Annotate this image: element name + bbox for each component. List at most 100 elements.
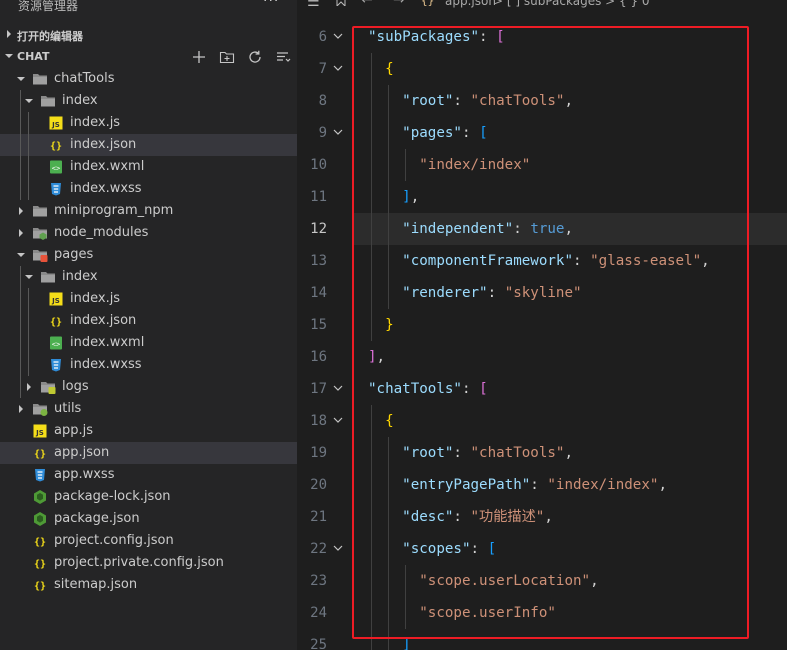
tree-item-label: index.js xyxy=(70,115,121,130)
tree-file-index-json[interactable]: {} index.json xyxy=(0,134,297,156)
chevron-right-icon[interactable] xyxy=(16,206,26,216)
fold-chevron-icon[interactable] xyxy=(333,383,343,393)
workspace-label: CHAT xyxy=(17,50,50,63)
tree-folder-node-modules[interactable]: node_modules xyxy=(0,222,297,244)
code-line[interactable]: "independent": true, xyxy=(368,213,787,245)
tree-folder-miniprogram-npm[interactable]: miniprogram_npm xyxy=(0,200,297,222)
refresh-button[interactable] xyxy=(246,48,264,66)
chevron-down-icon[interactable] xyxy=(16,74,26,84)
fold-chevron-icon[interactable] xyxy=(333,543,343,553)
tree-file-project-private-config-json[interactable]: {} project.private.config.json xyxy=(0,552,297,574)
code-line[interactable]: "desc": "功能描述", xyxy=(368,501,787,533)
code-line[interactable]: "pages": [ xyxy=(368,117,787,149)
explorer-sidebar: 资源管理器 ··· 打开的编辑器 CHAT chatTools index JS in… xyxy=(0,0,297,650)
open-editors-section[interactable]: 打开的编辑器 xyxy=(0,24,297,46)
tree-file-index-js[interactable]: JS index.js xyxy=(0,112,297,134)
tree-folder-utils[interactable]: utils xyxy=(0,398,297,420)
fold-chevron-icon[interactable] xyxy=(333,31,343,41)
code-line[interactable]: "root": "chatTools", xyxy=(368,437,787,469)
code-token: : xyxy=(530,477,548,493)
tree-item-label: index.js xyxy=(70,291,121,306)
tree-item-label: app.js xyxy=(54,423,93,438)
chevron-right-icon[interactable] xyxy=(24,382,34,392)
line-number: 19 xyxy=(310,445,327,461)
line-number: 11 xyxy=(310,189,327,205)
code-line[interactable]: "scopes": [ xyxy=(368,533,787,565)
line-number: 13 xyxy=(310,253,327,269)
code-line[interactable]: ], xyxy=(368,181,787,213)
workspace-section[interactable]: CHAT xyxy=(0,46,297,68)
code-token: , xyxy=(564,221,574,237)
line-number: 23 xyxy=(310,573,327,589)
wxss-file-icon xyxy=(51,183,61,196)
folder-icon xyxy=(41,96,55,107)
chevron-right-icon[interactable] xyxy=(16,404,26,414)
line-number: 24 xyxy=(310,605,327,621)
tree-file-index-wxss[interactable]: index.wxss xyxy=(0,354,297,376)
tree-file-index-json[interactable]: {} index.json xyxy=(0,310,297,332)
new-folder-button[interactable] xyxy=(218,48,236,66)
tree-file-package-json[interactable]: package.json xyxy=(0,508,297,530)
code-token: "index/index" xyxy=(419,157,531,173)
code-line[interactable]: { xyxy=(368,405,787,437)
json-file-icon: {} xyxy=(50,317,62,328)
collapse-all-button[interactable] xyxy=(274,48,292,66)
code-line[interactable]: "componentFramework": "glass-easel", xyxy=(368,245,787,277)
indent-guide xyxy=(20,112,21,134)
code-line[interactable]: } xyxy=(368,309,787,341)
tree-file-index-wxss[interactable]: index.wxss xyxy=(0,178,297,200)
code-line[interactable]: "entryPagePath": "index/index", xyxy=(368,469,787,501)
code-editor[interactable]: ☰ ← → {} app.json > [ ] subPackages > { … xyxy=(297,0,787,650)
code-token: ] xyxy=(402,637,411,650)
tree-file-app-js[interactable]: JS app.js xyxy=(0,420,297,442)
chevron-down-icon[interactable] xyxy=(24,96,34,106)
tree-file-project-config-json[interactable]: {} project.config.json xyxy=(0,530,297,552)
line-number: 25 xyxy=(310,637,327,650)
tree-folder-pages[interactable]: pages xyxy=(0,244,297,266)
code-token: "scope.userLocation" xyxy=(419,573,591,589)
back-arrow-icon[interactable]: ← xyxy=(361,0,373,8)
code-line[interactable]: "subPackages": [ xyxy=(368,21,787,53)
tree-folder-index[interactable]: index xyxy=(0,266,297,288)
bookmark-icon[interactable] xyxy=(335,0,347,6)
code-line[interactable]: "scope.userInfo" xyxy=(368,597,787,629)
tree-file-app-json[interactable]: {} app.json xyxy=(0,442,297,464)
tree-file-index-js[interactable]: JS index.js xyxy=(0,288,297,310)
code-line[interactable]: ] xyxy=(368,629,787,650)
tree-file-app-wxss[interactable]: app.wxss xyxy=(0,464,297,486)
code-line[interactable]: ], xyxy=(368,341,787,373)
breadcrumb-path[interactable]: > [ ] subPackages > { } 0 xyxy=(493,0,650,8)
code-line[interactable]: { xyxy=(368,53,787,85)
breadcrumb-file[interactable]: app.json xyxy=(445,0,496,8)
tree-folder-chattools[interactable]: chatTools xyxy=(0,68,297,90)
code-line[interactable]: "renderer": "skyline" xyxy=(368,277,787,309)
more-actions-button[interactable]: ··· xyxy=(263,0,279,9)
fold-chevron-icon[interactable] xyxy=(333,415,343,425)
tree-folder-logs[interactable]: logs xyxy=(0,376,297,398)
fold-chevron-icon[interactable] xyxy=(333,127,343,137)
code-line[interactable]: "scope.userLocation", xyxy=(368,565,787,597)
code-token: [ xyxy=(496,29,505,45)
code-line[interactable]: "index/index" xyxy=(368,149,787,181)
tree-item-label: index.wxml xyxy=(70,335,145,350)
list-icon[interactable]: ☰ xyxy=(307,0,320,10)
tree-file-index-wxml[interactable]: <> index.wxml xyxy=(0,332,297,354)
code-line[interactable]: "root": "chatTools", xyxy=(368,85,787,117)
new-file-button[interactable] xyxy=(190,48,208,66)
code-line[interactable]: "chatTools": [ xyxy=(368,373,787,405)
chevron-down-icon[interactable] xyxy=(16,250,26,260)
tree-folder-index[interactable]: index xyxy=(0,90,297,112)
indent-guide xyxy=(28,178,29,200)
chevron-down-icon[interactable] xyxy=(24,272,34,282)
forward-arrow-icon[interactable]: → xyxy=(393,0,405,8)
fold-chevron-icon[interactable] xyxy=(333,63,343,73)
tree-file-package-lock-json[interactable]: package-lock.json xyxy=(0,486,297,508)
tree-file-sitemap-json[interactable]: {} sitemap.json xyxy=(0,574,297,596)
chevron-right-icon[interactable] xyxy=(16,228,26,238)
tree-file-index-wxml[interactable]: <> index.wxml xyxy=(0,156,297,178)
